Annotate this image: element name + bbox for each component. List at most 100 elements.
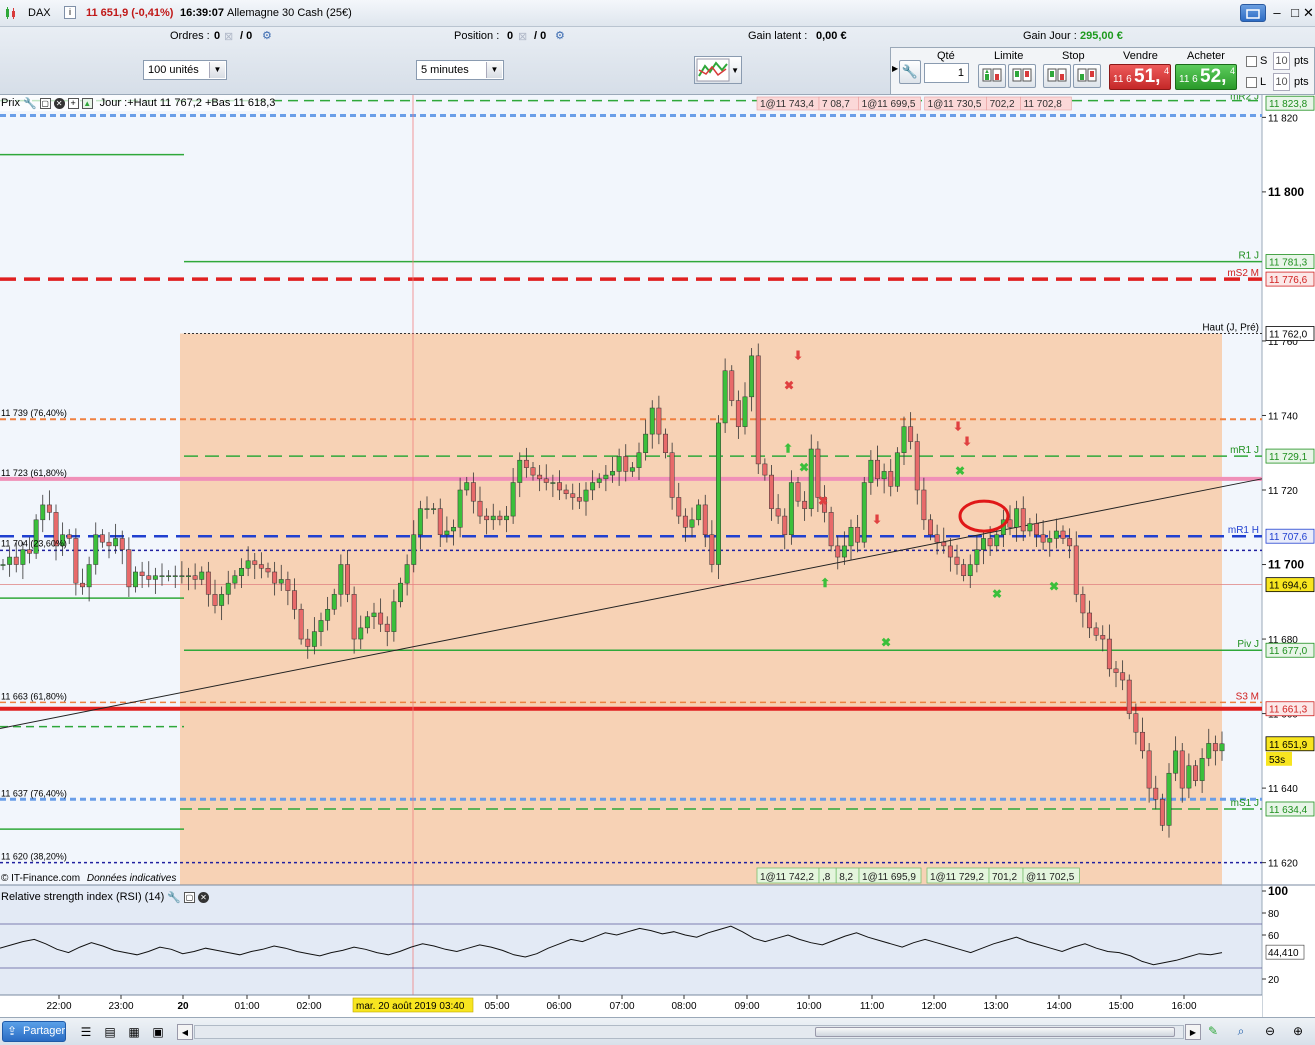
acheter-label: Acheter	[1187, 50, 1225, 62]
expand-icon[interactable]: ▢	[183, 891, 195, 903]
ordres-cancel-icon[interactable]: ⊠	[224, 30, 233, 43]
candle-body	[477, 500, 483, 517]
l-pts-input[interactable]: 10	[1273, 73, 1290, 91]
candle-body	[152, 575, 158, 580]
scroll-left-icon[interactable]: ◀	[177, 1024, 193, 1040]
chart-area[interactable]: ⬇ ✖ ⬆ ✖ ✖ ⬆ ⬇ ✖ ⬇ ⬇ ✖ ✖ ✖ 11 739 (76,40%) 11 723 (61,8…	[0, 95, 1315, 1017]
x-tick-label: 07:00	[609, 1001, 634, 1012]
settings-icon[interactable]: 🔧	[23, 97, 37, 110]
candle-body	[378, 612, 384, 625]
candle-body	[457, 489, 463, 528]
rsi-tick-label: 60	[1268, 931, 1280, 942]
interval-select[interactable]: 5 minutes ▼	[416, 60, 504, 80]
share-button[interactable]: ⇪ Partager	[2, 1021, 66, 1042]
zoom-out-icon[interactable]: ⊖	[1262, 1023, 1278, 1039]
candle-body	[40, 504, 46, 521]
candle	[755, 343, 761, 474]
horizontal-scrollbar[interactable]	[194, 1025, 1184, 1039]
candle-body	[1106, 638, 1112, 670]
qty-input[interactable]: 1	[924, 63, 969, 83]
add-indicator-icon[interactable]: +	[67, 97, 79, 109]
sell-button[interactable]: 11 6 51, 4	[1109, 64, 1171, 90]
candle-body	[13, 556, 19, 565]
limit-buy-button[interactable]: ▲	[978, 64, 1006, 88]
chart-type-button[interactable]: ▼	[694, 56, 742, 84]
panel-collapse-icon[interactable]: ▶	[892, 64, 898, 73]
close-icon[interactable]: ✕	[1302, 4, 1315, 22]
candle-body	[186, 575, 191, 577]
candle-body	[994, 534, 1000, 547]
candle-body	[934, 534, 940, 543]
candle-body	[808, 448, 814, 509]
expand-icon[interactable]: ▢	[39, 97, 51, 109]
candle-body	[722, 370, 728, 424]
scroll-right-icon[interactable]: ▶	[1185, 1024, 1201, 1040]
candle-body	[669, 452, 675, 498]
draw-tools-icon[interactable]: ✎	[1205, 1023, 1221, 1039]
x-tick-label: 06:00	[546, 1001, 571, 1012]
s-checkbox[interactable]	[1246, 56, 1257, 67]
close-rsi-icon[interactable]: ✕	[197, 891, 209, 903]
candle-body	[358, 627, 364, 640]
x-tick-label: 11:00	[860, 1001, 885, 1012]
fib-level-label: 11 637 (76,40%)	[1, 788, 67, 798]
s-pts-input[interactable]: 10	[1273, 52, 1290, 70]
zoom-in-icon[interactable]: ⊕	[1290, 1023, 1306, 1039]
calculator-icon[interactable]: ▤	[102, 1024, 118, 1040]
candle-body	[1153, 787, 1159, 800]
vendre-label: Vendre	[1123, 50, 1158, 62]
x-tick-label: 16:00	[1171, 1001, 1196, 1012]
ordres-count: 0	[214, 30, 221, 42]
ordres-settings-icon[interactable]: ⚙	[262, 29, 272, 42]
close-marker: ✖	[881, 636, 891, 650]
price-chart[interactable]: ⬇✖⬆✖✖⬆⬇✖⬇⬇✖✖✖11 739 (76,40%)11 723 (61,8…	[0, 95, 1315, 1017]
price-tick-label: 11 720	[1268, 486, 1298, 497]
restore-icon[interactable]	[1240, 4, 1266, 22]
zoom-fit-icon[interactable]: ⌕	[1233, 1023, 1249, 1039]
candle-body	[921, 489, 927, 521]
stop-sell-button[interactable]	[1073, 64, 1101, 88]
candle-body	[146, 575, 152, 580]
level-label: mS1 J	[1231, 798, 1259, 809]
close-chart-icon[interactable]: ✕	[53, 97, 65, 109]
limit-sell-button[interactable]	[1008, 64, 1036, 88]
candle-body	[742, 396, 748, 427]
info-icon[interactable]: i	[64, 6, 76, 19]
copyright-text: © IT-Finance.com	[1, 873, 81, 884]
image-icon[interactable]: ▣	[150, 1024, 166, 1040]
grid-icon[interactable]: ▦	[126, 1024, 142, 1040]
candle-body	[424, 508, 430, 510]
buy-button[interactable]: 11 6 52, 4	[1175, 64, 1237, 90]
candle-body	[166, 575, 172, 577]
candle	[894, 447, 900, 492]
candle-body	[119, 538, 125, 550]
candle-body	[86, 564, 92, 588]
x-tick-label: 05:00	[484, 1001, 509, 1012]
instrument-name[interactable]: DAX	[28, 7, 51, 19]
units-select[interactable]: 100 unités ▼	[143, 60, 227, 80]
level-label: Piv J	[1237, 639, 1259, 650]
l-checkbox[interactable]	[1246, 77, 1257, 88]
order-tag-top-label: 702,2	[990, 99, 1015, 110]
sell-arrow-marker: ⬇	[793, 349, 803, 363]
candle-body	[702, 504, 708, 535]
move-up-icon[interactable]: ▲	[81, 97, 93, 109]
gain-jour-label: Gain Jour :	[1023, 30, 1077, 42]
position-settings-icon[interactable]: ⚙	[555, 29, 565, 42]
candle-body	[298, 608, 304, 640]
candle-body	[762, 463, 768, 476]
candle	[729, 365, 735, 407]
price-tick-label: 11 640	[1268, 784, 1298, 795]
scrollbar-thumb[interactable]	[815, 1027, 1175, 1037]
settings-icon[interactable]: 🔧	[167, 891, 181, 904]
list-icon[interactable]: ☰	[78, 1024, 94, 1040]
position-cancel-icon[interactable]: ⊠	[518, 30, 527, 43]
candle-body	[828, 512, 834, 547]
wrench-icon[interactable]: 🔧	[899, 60, 921, 84]
share-label: Partager	[23, 1025, 66, 1037]
stop-buy-button[interactable]	[1043, 64, 1071, 88]
candle-body	[981, 538, 986, 550]
order-tag-top-label: 1@11 699,5	[862, 99, 916, 110]
candle-body	[106, 541, 112, 547]
candle-body	[219, 594, 225, 606]
